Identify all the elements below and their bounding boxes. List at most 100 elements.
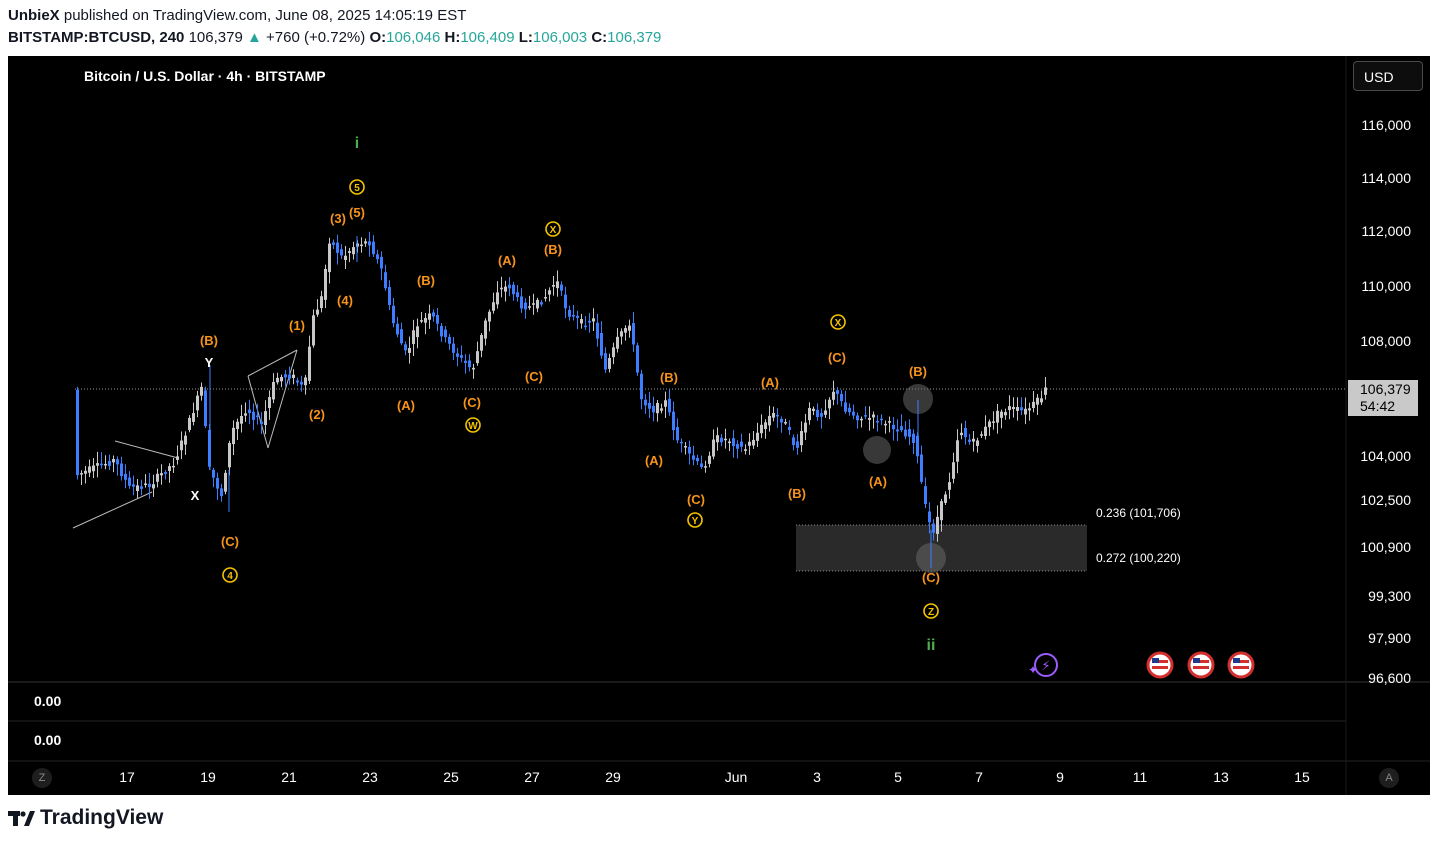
candle-body <box>260 421 263 425</box>
candle-body <box>788 426 791 431</box>
time-tick-label: 13 <box>1213 769 1229 785</box>
candle-body <box>440 325 443 337</box>
candle-body <box>328 243 331 273</box>
candle-body <box>676 427 679 441</box>
candle-body <box>1036 397 1039 405</box>
wave-label: (A) <box>869 474 887 489</box>
candle-body <box>832 391 835 400</box>
candle-body <box>528 306 531 308</box>
candle-body <box>768 415 771 426</box>
candle-body <box>256 415 259 418</box>
candle-body <box>988 421 991 428</box>
candle-body <box>932 523 935 533</box>
candle-body <box>436 315 439 324</box>
candle-body <box>708 455 711 464</box>
candle-body <box>896 429 899 432</box>
wave-label: (B) <box>909 364 927 379</box>
indicator-value-1: 0.00 <box>34 693 62 709</box>
candle-body <box>784 422 787 424</box>
candle-body <box>840 393 843 402</box>
candle-body <box>384 272 387 289</box>
time-tick-label: 21 <box>281 769 297 785</box>
svg-text:X: X <box>550 225 557 236</box>
candle-body <box>212 469 215 478</box>
candle-body <box>820 413 823 417</box>
candle-body <box>700 463 703 468</box>
us-flag-event-icon[interactable] <box>1187 651 1215 679</box>
wave-label: (C) <box>463 395 481 410</box>
candle-body <box>704 466 707 468</box>
candle-body <box>800 430 803 446</box>
candle-body <box>432 312 435 317</box>
candle-body <box>200 386 203 396</box>
candle-body <box>280 376 283 382</box>
candle-body <box>408 348 411 353</box>
tradingview-brand[interactable]: TradingView <box>8 806 163 830</box>
candle-body <box>852 411 855 416</box>
candle-body <box>892 424 895 430</box>
candle-body <box>1012 406 1015 410</box>
candle-body <box>100 463 103 466</box>
zoom-button[interactable]: Z <box>32 768 52 788</box>
candle-body <box>296 380 299 383</box>
candle-body <box>756 432 759 441</box>
candle-body <box>612 347 615 358</box>
candle-body <box>324 268 327 300</box>
auto-scale-button[interactable]: A <box>1379 768 1399 788</box>
candle-body <box>620 331 623 337</box>
candle-body <box>864 415 867 417</box>
candle-body <box>464 360 467 363</box>
candle-body <box>456 353 459 357</box>
candle-body <box>412 330 415 345</box>
price-tick-label: 116,000 <box>1361 117 1411 133</box>
time-tick-label: 5 <box>894 769 902 785</box>
currency-button[interactable]: USD <box>1353 61 1423 91</box>
candle-body <box>156 473 159 482</box>
current-price-value: 106,379 <box>1360 381 1411 397</box>
circled-wave-label: Y <box>687 512 703 528</box>
circled-wave-label: X <box>830 314 846 330</box>
candle-body <box>1024 408 1027 415</box>
candle-body <box>216 477 219 489</box>
candle-body <box>652 405 655 413</box>
candle-body <box>928 511 931 523</box>
candle-body <box>160 473 163 476</box>
candle-body <box>288 374 291 379</box>
indicator-value-2: 0.00 <box>34 732 62 748</box>
candle-body <box>1004 412 1007 416</box>
candle-body <box>960 432 963 436</box>
candle-body <box>472 367 475 370</box>
brand-text: TradingView <box>40 806 164 829</box>
bar-countdown: 54:42 <box>1360 398 1396 414</box>
candle-body <box>452 343 455 353</box>
price-tick-label: 104,000 <box>1360 448 1411 464</box>
us-flag-event-icon[interactable] <box>1227 651 1255 679</box>
candle-body <box>980 434 983 436</box>
candle-body <box>856 415 859 421</box>
candle-body <box>600 333 603 356</box>
candle-body <box>568 309 571 317</box>
candle-body <box>128 477 131 486</box>
us-flag-event-icon[interactable] <box>1146 651 1174 679</box>
time-tick-label: 29 <box>605 769 621 785</box>
price-tick-label: 114,000 <box>1361 170 1411 186</box>
wave-label: (C) <box>828 350 846 365</box>
candle-body <box>148 483 151 488</box>
wave-label: ii <box>927 637 936 654</box>
candle-body <box>552 285 555 287</box>
candle-body <box>672 411 675 431</box>
candle-body <box>584 325 587 328</box>
candle-body <box>224 472 227 492</box>
candle-body <box>948 482 951 490</box>
wave-label: (A) <box>397 398 415 413</box>
candle-body <box>664 400 667 407</box>
chart-canvas[interactable]: 116,000 114,000 112,000 110,000 108,000 104,0… <box>0 0 1438 842</box>
candle-body <box>648 402 651 409</box>
candle-body <box>772 413 775 418</box>
ai-sparkle-icon[interactable]: ⚡ ✦ <box>1028 653 1058 677</box>
candle-body <box>668 398 671 413</box>
time-tick-label: 11 <box>1133 769 1148 785</box>
wave-label: (4) <box>337 293 353 308</box>
candle-body <box>372 241 375 255</box>
candle-body <box>124 473 127 480</box>
